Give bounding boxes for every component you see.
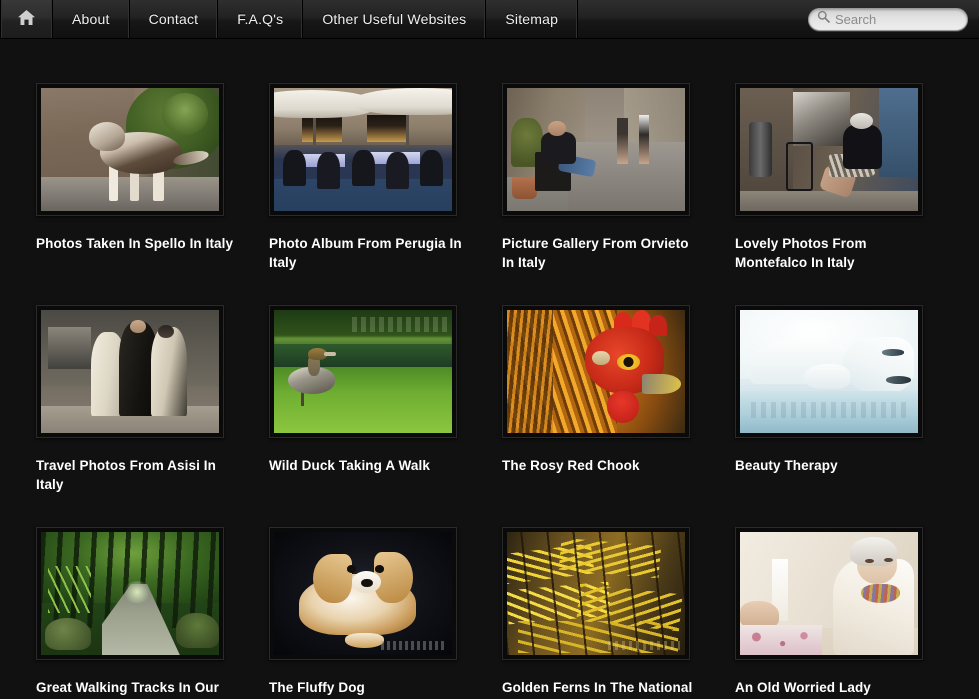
- rooster-closeup-thumbnail[interactable]: [507, 310, 685, 433]
- gallery-item-caption[interactable]: The Fluffy Dog: [269, 678, 469, 697]
- fluffy-dog-thumbnail[interactable]: [274, 532, 452, 655]
- thumbnail-frame[interactable]: [735, 83, 923, 216]
- nav-item-label: Other Useful Websites: [322, 11, 467, 27]
- gallery-item[interactable]: Photos Taken In Spello In Italy: [36, 83, 269, 272]
- gallery-item-caption[interactable]: Travel Photos From Asisi In Italy: [36, 456, 236, 494]
- gallery-item[interactable]: Golden Ferns In The National Park: [502, 527, 735, 699]
- spa-treatment-thumbnail[interactable]: [740, 310, 918, 433]
- gallery-item[interactable]: Picture Gallery From Orvieto In Italy: [502, 83, 735, 272]
- gallery-item-caption[interactable]: Photo Album From Perugia In Italy: [269, 234, 469, 272]
- gallery-item-caption[interactable]: Wild Duck Taking A Walk: [269, 456, 469, 475]
- seated-elderly-woman-thumbnail[interactable]: [740, 88, 918, 211]
- thumbnail-frame[interactable]: [269, 83, 457, 216]
- search-container: [808, 0, 979, 38]
- cat-in-alley-thumbnail[interactable]: [41, 88, 219, 211]
- nav-item-label: Contact: [148, 11, 199, 27]
- thumbnail-frame[interactable]: [269, 527, 457, 660]
- nav-item-label: F.A.Q's: [237, 11, 284, 27]
- gallery-item[interactable]: Great Walking Tracks In Our National Par…: [36, 527, 269, 699]
- gallery-row: Photos Taken In Spello In Italy Photo Al…: [0, 83, 979, 272]
- search-icon: [817, 10, 830, 28]
- gallery-item[interactable]: The Rosy Red Chook: [502, 305, 735, 494]
- thumbnail-frame[interactable]: [502, 83, 690, 216]
- search-box[interactable]: [808, 7, 968, 31]
- thumbnail-frame[interactable]: [36, 527, 224, 660]
- gallery-item-caption[interactable]: The Rosy Red Chook: [502, 456, 702, 475]
- photo-gallery: Photos Taken In Spello In Italy Photo Al…: [0, 39, 979, 699]
- outdoor-cafe-thumbnail[interactable]: [274, 88, 452, 211]
- nav-item-sitemap[interactable]: Sitemap: [486, 0, 579, 38]
- nav-item-about[interactable]: About: [53, 0, 130, 38]
- thumbnail-frame[interactable]: [502, 527, 690, 660]
- forest-path-thumbnail[interactable]: [41, 532, 219, 655]
- duck-on-grass-thumbnail[interactable]: [274, 310, 452, 433]
- thumbnail-frame[interactable]: [269, 305, 457, 438]
- home-icon: [17, 9, 36, 29]
- thumbnail-frame[interactable]: [36, 83, 224, 216]
- gallery-item[interactable]: Beauty Therapy: [735, 305, 968, 494]
- gallery-item[interactable]: Wild Duck Taking A Walk: [269, 305, 502, 494]
- nav-item-label: About: [72, 11, 110, 27]
- thumbnail-frame[interactable]: [735, 527, 923, 660]
- thumbnail-frame[interactable]: [502, 305, 690, 438]
- gallery-item-caption[interactable]: Lovely Photos From Montefalco In Italy: [735, 234, 935, 272]
- old-woman-thumbnail[interactable]: [740, 532, 918, 655]
- man-on-bench-street-thumbnail[interactable]: [507, 88, 685, 211]
- gallery-row: Great Walking Tracks In Our National Par…: [0, 527, 979, 699]
- gallery-item-caption[interactable]: Photos Taken In Spello In Italy: [36, 234, 236, 253]
- nav-item-home[interactable]: [0, 0, 53, 38]
- row-spacer: [0, 494, 979, 527]
- gallery-item-caption[interactable]: Beauty Therapy: [735, 456, 935, 475]
- thumbnail-frame[interactable]: [36, 305, 224, 438]
- nav-item-faqs[interactable]: F.A.Q's: [218, 0, 304, 38]
- monks-in-robes-thumbnail[interactable]: [41, 310, 219, 433]
- gallery-row: Travel Photos From Asisi In Italy Wild D…: [0, 305, 979, 494]
- gallery-item[interactable]: Travel Photos From Asisi In Italy: [36, 305, 269, 494]
- gallery-item[interactable]: The Fluffy Dog: [269, 527, 502, 699]
- nav-item-contact[interactable]: Contact: [130, 0, 219, 38]
- gallery-item[interactable]: Photo Album From Perugia In Italy: [269, 83, 502, 272]
- row-spacer: [0, 272, 979, 305]
- thumbnail-frame[interactable]: [735, 305, 923, 438]
- nav-item-other-useful-websites[interactable]: Other Useful Websites: [303, 0, 487, 38]
- top-navigation-bar: About Contact F.A.Q's Other Useful Websi…: [0, 0, 979, 39]
- search-input[interactable]: [835, 11, 967, 27]
- nav-item-label: Sitemap: [505, 11, 559, 27]
- gallery-item-caption[interactable]: An Old Worried Lady: [735, 678, 935, 697]
- gallery-item[interactable]: Lovely Photos From Montefalco In Italy: [735, 83, 968, 272]
- golden-ferns-thumbnail[interactable]: [507, 532, 685, 655]
- gallery-item-caption[interactable]: Great Walking Tracks In Our National Par…: [36, 678, 236, 699]
- gallery-item[interactable]: An Old Worried Lady: [735, 527, 968, 699]
- gallery-item-caption[interactable]: Golden Ferns In The National Park: [502, 678, 702, 699]
- gallery-item-caption[interactable]: Picture Gallery From Orvieto In Italy: [502, 234, 702, 272]
